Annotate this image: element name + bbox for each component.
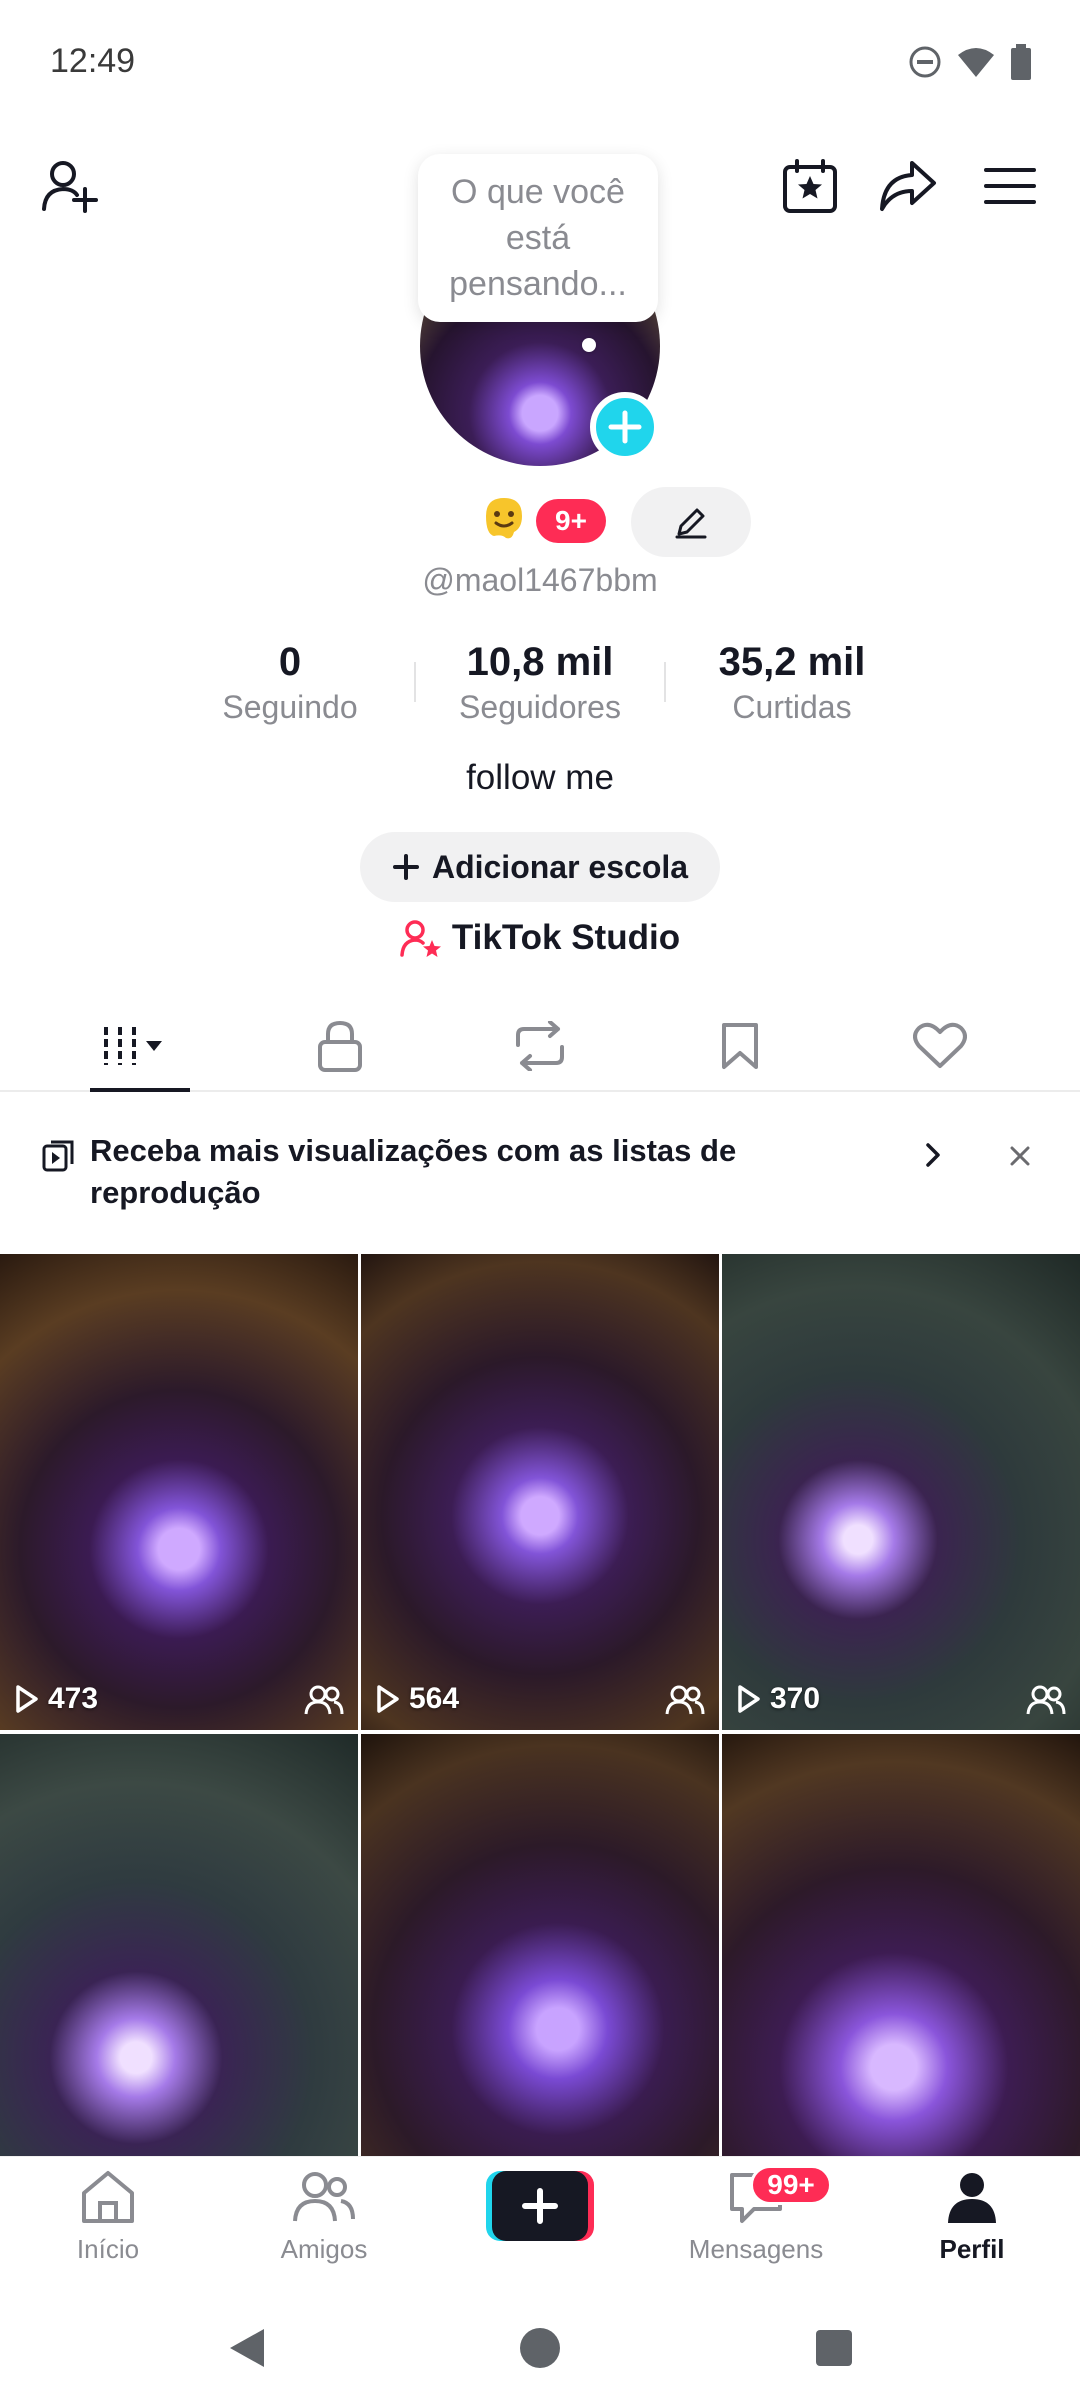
status-time: 12:49 (50, 42, 136, 80)
lock-icon (318, 1020, 362, 1072)
username: @maol1467bbm (422, 562, 658, 598)
playlist-banner[interactable]: Receba mais visualizações com as listas … (0, 1118, 1080, 1248)
stat-following-label: Seguindo (222, 689, 358, 725)
stat-likes-label: Curtidas (732, 689, 852, 725)
add-school-button[interactable]: Adicionar escola (360, 832, 720, 902)
add-story-button[interactable] (590, 392, 660, 462)
wifi-icon (958, 48, 994, 77)
home-icon (82, 2171, 134, 2223)
system-back-icon[interactable] (220, 2322, 272, 2374)
friends-icon (293, 2172, 355, 2222)
calendar-star-icon[interactable] (774, 150, 846, 222)
do-not-disturb-icon (909, 46, 941, 78)
menu-icon[interactable] (974, 150, 1046, 222)
share-icon[interactable] (872, 150, 944, 222)
stat-divider (664, 662, 666, 702)
stat-divider (414, 662, 416, 702)
view-count: 473 (14, 1682, 98, 1716)
play-outline-icon (16, 1685, 38, 1713)
thought-bubble-text: O que você está pensando... (449, 173, 627, 303)
system-recents-icon[interactable] (808, 2322, 860, 2374)
playlist-banner-text: Receba mais visualizações com as listas … (90, 1133, 737, 1210)
playlist-icon (42, 1140, 74, 1172)
status-icons (908, 44, 1032, 80)
play-outline-icon (738, 1685, 760, 1713)
nav-friends-label: Amigos (280, 2234, 368, 2264)
system-home-icon[interactable] (514, 2322, 566, 2374)
heart-icon (913, 1022, 967, 1068)
active-tab-indicator (90, 1088, 190, 1092)
system-navigation (0, 2296, 1080, 2400)
nav-home-label: Início (76, 2234, 140, 2264)
bio: follow me (466, 758, 614, 797)
add-school-label: Adicionar escola (431, 848, 689, 885)
video-thumbnail[interactable]: 370 (722, 1254, 1080, 1730)
stat-following-value: 0 (278, 640, 302, 684)
stat-following[interactable]: 0 Seguindo (170, 640, 410, 726)
video-grid-icon (104, 1027, 162, 1065)
thought-bubble-tail (582, 338, 596, 352)
bottom-navigation: Início Amigos Mensagens 99+ Perfil (0, 2156, 1080, 2296)
tab-liked[interactable] (870, 1002, 1010, 1090)
profile-stats: 0 Seguindo 10,8 mil Seguidores 35,2 mil … (0, 640, 1080, 730)
nav-profile[interactable]: Perfil (892, 2169, 1052, 2265)
stat-likes-value: 35,2 mil (718, 640, 866, 684)
create-video-button[interactable] (486, 2171, 594, 2241)
edit-profile-button[interactable] (631, 487, 751, 557)
nav-friends[interactable]: Amigos (244, 2169, 404, 2265)
view-count-value: 564 (409, 1682, 460, 1715)
close-icon[interactable] (1006, 1142, 1034, 1170)
plus-icon (392, 854, 419, 880)
repost-icon (516, 1021, 564, 1071)
nav-profile-label: Perfil (939, 2234, 1005, 2264)
creator-star-icon (400, 920, 441, 957)
chevron-right-icon[interactable] (922, 1140, 946, 1170)
tab-reposts[interactable] (470, 1002, 610, 1090)
tab-videos[interactable] (70, 1002, 210, 1090)
tab-favorites[interactable] (670, 1002, 810, 1090)
messages-badge: 99+ (750, 2165, 832, 2205)
stat-followers-value: 10,8 mil (466, 640, 614, 684)
view-count-value: 473 (48, 1682, 99, 1715)
melting-face-emoji-icon[interactable] (480, 494, 528, 542)
play-outline-icon (377, 1685, 399, 1713)
stat-likes[interactable]: 35,2 mil Curtidas (672, 640, 912, 726)
tiktok-studio-link[interactable]: TikTok Studio (0, 918, 1080, 958)
plus-icon (608, 410, 642, 444)
friends-only-icon (1026, 1685, 1066, 1715)
friends-only-icon (304, 1685, 344, 1715)
view-count-value: 370 (770, 1682, 821, 1715)
friends-only-icon (665, 1685, 705, 1715)
profile-icon (948, 2173, 996, 2223)
nav-home[interactable]: Início (28, 2169, 188, 2265)
nav-messages-label: Mensagens (688, 2234, 824, 2264)
stat-followers[interactable]: 10,8 mil Seguidores (420, 640, 660, 726)
thought-bubble[interactable]: O que você está pensando... (418, 154, 658, 322)
video-thumbnail[interactable]: 564 (361, 1254, 719, 1730)
tab-private[interactable] (270, 1002, 410, 1090)
video-thumbnail[interactable] (722, 1734, 1080, 2156)
view-count: 564 (375, 1682, 459, 1716)
video-thumbnail[interactable] (0, 1734, 358, 2156)
add-friend-icon[interactable] (34, 150, 106, 222)
bookmark-icon (722, 1023, 758, 1069)
profile-tabs (0, 1002, 1080, 1092)
view-count: 370 (736, 1682, 820, 1716)
status-bar: 12:49 (0, 0, 1080, 124)
battery-icon (1011, 44, 1031, 80)
video-thumbnail[interactable]: 473 (0, 1254, 358, 1730)
tiktok-studio-label: TikTok Studio (451, 918, 681, 957)
video-thumbnail[interactable] (361, 1734, 719, 2156)
pencil-icon (675, 508, 707, 539)
video-grid: 473 564 370 (0, 1254, 1080, 2156)
notification-badge[interactable]: 9+ (536, 499, 606, 543)
stat-followers-label: Seguidores (459, 689, 621, 725)
